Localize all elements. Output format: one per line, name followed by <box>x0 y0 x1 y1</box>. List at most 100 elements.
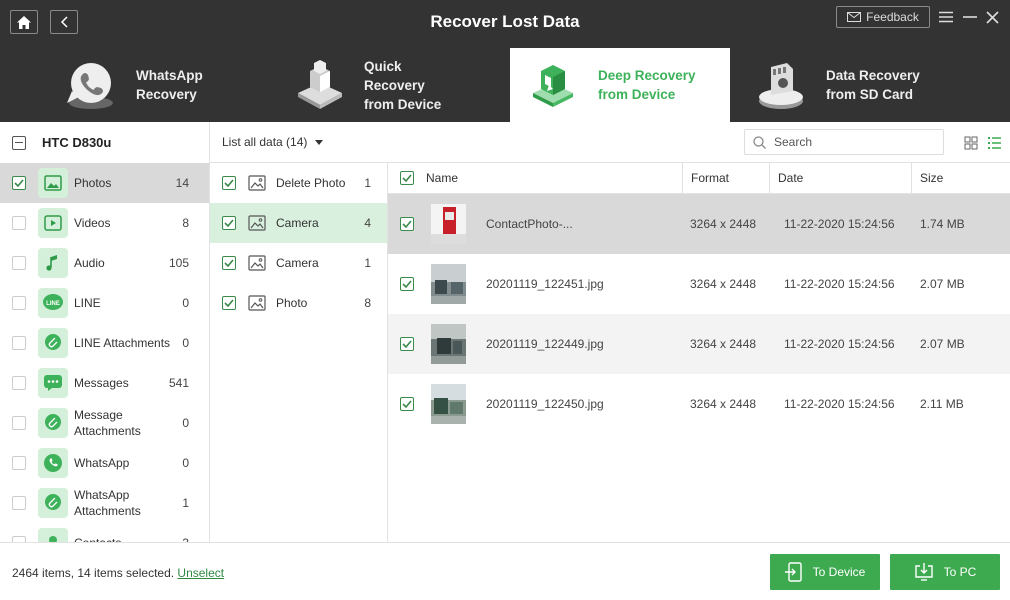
table-row[interactable]: 20201119_122450.jpg 3264 x 2448 11-22-2020… <box>388 374 1010 434</box>
header-format[interactable]: Format <box>682 163 729 193</box>
row-checkbox[interactable] <box>400 337 414 351</box>
file-table: Name Format Date Size ContactPhoto-... 32… <box>388 162 1010 542</box>
folder-count: 1 <box>364 176 371 190</box>
category-checkbox[interactable] <box>12 376 26 390</box>
table-row[interactable]: 20201119_122451.jpg 3264 x 2448 11-22-2020… <box>388 254 1010 314</box>
tab-deep-recovery[interactable]: Deep Recovery from Device <box>510 48 730 122</box>
to-device-label: To Device <box>812 565 866 579</box>
category-item[interactable]: WhatsApp 0 <box>0 443 209 483</box>
grid-view-icon[interactable] <box>964 136 978 150</box>
list-view-icon[interactable] <box>987 136 1001 150</box>
close-button[interactable] <box>984 9 1000 25</box>
category-item[interactable]: LINE Attachments 0 <box>0 323 209 363</box>
footer: 2464 items, 14 items selected. Unselect … <box>0 542 1010 600</box>
image-icon <box>248 215 266 231</box>
category-checkbox[interactable] <box>12 176 26 190</box>
device-name: HTC D830u <box>42 135 112 150</box>
list-all-dropdown[interactable]: List all data (14) <box>222 135 324 149</box>
to-pc-button[interactable]: To PC <box>890 554 1000 590</box>
select-all-checkbox[interactable] <box>400 171 414 185</box>
file-size: 1.74 MB <box>920 217 965 231</box>
file-date: 11-22-2020 15:24:56 <box>784 337 895 351</box>
export-to-device-icon <box>784 562 802 582</box>
category-checkbox[interactable] <box>12 296 26 310</box>
tab-whatsapp-recovery[interactable]: WhatsApp Recovery <box>10 48 230 122</box>
category-name: Audio <box>74 256 105 270</box>
check-icon <box>402 220 412 228</box>
folder-item[interactable]: Photo 8 <box>210 283 387 323</box>
folder-item[interactable]: Camera 1 <box>210 243 387 283</box>
search-input[interactable] <box>774 135 934 149</box>
folder-checkbox[interactable] <box>222 176 236 190</box>
category-count: 1 <box>182 496 189 510</box>
minimize-button[interactable] <box>962 9 978 25</box>
category-name: WhatsApp <box>74 456 130 470</box>
file-format: 3264 x 2448 <box>690 277 757 291</box>
tab-quick-recovery[interactable]: Quick Recovery from Device <box>240 48 460 122</box>
search-box[interactable] <box>744 129 944 155</box>
folder-count: 8 <box>364 296 371 310</box>
sd-card-icon <box>752 57 810 113</box>
contact-icon <box>38 528 68 542</box>
category-item[interactable]: Audio 105 <box>0 243 209 283</box>
category-item[interactable]: Message Attachments 0 <box>0 403 209 443</box>
category-item[interactable]: Videos 8 <box>0 203 209 243</box>
folder-panel: Delete Photo 1 Camera 4 Camera 1 Photo 8 <box>210 162 388 542</box>
file-size: 2.07 MB <box>920 277 965 291</box>
search-icon <box>753 135 766 149</box>
folder-checkbox[interactable] <box>222 216 236 230</box>
folder-item[interactable]: Delete Photo 1 <box>210 163 387 203</box>
category-checkbox[interactable] <box>12 456 26 470</box>
table-body: ContactPhoto-... 3264 x 2448 11-22-2020 15… <box>388 194 1010 434</box>
attachment-icon <box>38 488 68 518</box>
check-icon <box>224 219 234 227</box>
category-checkbox[interactable] <box>12 416 26 430</box>
category-checkbox[interactable] <box>12 336 26 350</box>
tab-sd-card-recovery[interactable]: Data Recovery from SD Card <box>700 48 920 122</box>
photo-icon <box>38 168 68 198</box>
attachment-icon <box>38 408 68 438</box>
close-icon <box>985 10 999 24</box>
file-date: 11-22-2020 15:24:56 <box>784 217 895 231</box>
menu-button[interactable] <box>938 9 954 25</box>
feedback-button[interactable]: Feedback <box>836 6 930 28</box>
category-checkbox[interactable] <box>12 496 26 510</box>
folder-checkbox[interactable] <box>222 256 236 270</box>
header-name[interactable]: Name <box>418 163 458 193</box>
file-date: 11-22-2020 15:24:56 <box>784 397 895 411</box>
category-item[interactable]: Messages 541 <box>0 363 209 403</box>
category-item[interactable]: LINE LINE 0 <box>0 283 209 323</box>
table-row[interactable]: 20201119_122449.jpg 3264 x 2448 11-22-2020… <box>388 314 1010 374</box>
check-icon <box>402 280 412 288</box>
header-date[interactable]: Date <box>769 163 803 193</box>
category-item[interactable]: WhatsApp Attachments 1 <box>0 483 209 523</box>
whatsapp-phone-icon <box>62 57 120 113</box>
category-item[interactable]: Photos 14 <box>0 163 209 203</box>
category-checkbox[interactable] <box>12 216 26 230</box>
category-count: 0 <box>182 336 189 350</box>
tab-label: Deep Recovery from Device <box>598 68 696 102</box>
file-name: ContactPhoto-... <box>486 217 573 231</box>
file-format: 3264 x 2448 <box>690 217 757 231</box>
file-date: 11-22-2020 15:24:56 <box>784 277 895 291</box>
device-checkbox[interactable] <box>12 135 26 150</box>
folder-checkbox[interactable] <box>222 296 236 310</box>
category-checkbox[interactable] <box>12 256 26 270</box>
row-checkbox[interactable] <box>400 217 414 231</box>
image-icon <box>248 295 266 311</box>
folder-item[interactable]: Camera 4 <box>210 203 387 243</box>
row-checkbox[interactable] <box>400 277 414 291</box>
to-device-button[interactable]: To Device <box>770 554 880 590</box>
unselect-link[interactable]: Unselect <box>177 566 224 580</box>
row-checkbox[interactable] <box>400 397 414 411</box>
category-count: 0 <box>182 416 189 430</box>
category-item[interactable]: Contacts3 <box>0 523 209 542</box>
category-name: Contacts <box>74 535 182 542</box>
check-icon <box>224 299 234 307</box>
header-size[interactable]: Size <box>911 163 943 193</box>
selection-status: 2464 items, 14 items selected. Unselect <box>12 566 224 580</box>
table-row[interactable]: ContactPhoto-... 3264 x 2448 11-22-2020 15… <box>388 194 1010 254</box>
device-row[interactable]: HTC D830u <box>0 122 209 163</box>
check-icon <box>402 400 412 408</box>
caret-down-icon <box>315 139 324 145</box>
